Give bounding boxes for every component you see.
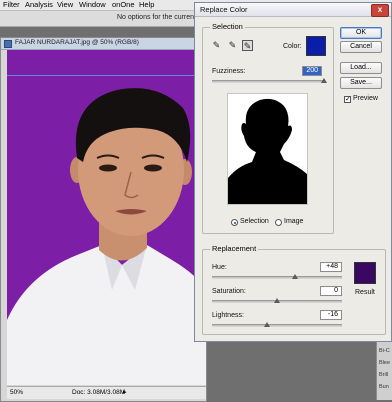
saturation-label: Saturation: [212, 288, 246, 295]
ok-button[interactable]: OK [340, 27, 382, 39]
menu-help[interactable]: Help [139, 0, 154, 10]
hue-label: Hue: [212, 264, 227, 271]
panel-item[interactable]: Brill [379, 372, 388, 378]
document-title-bar[interactable]: FAJAR NURDARAJAT.jpg @ 50% (RGB/8) [1, 38, 206, 50]
menu-window[interactable]: Window [79, 0, 106, 10]
view-selection-radio[interactable] [231, 219, 238, 226]
result-label: Result [355, 289, 375, 296]
view-selection-label: Selection [240, 218, 269, 225]
fuzziness-label: Fuzziness: [212, 68, 246, 75]
eyedropper-icon[interactable]: ✎ [211, 40, 222, 51]
selection-group-label: Selection [210, 22, 245, 31]
portrait-photo [7, 88, 206, 385]
hue-input[interactable]: +48 [320, 262, 342, 272]
document-title: FAJAR NURDARAJAT.jpg @ 50% (RGB/8) [15, 39, 139, 46]
status-menu-arrow-icon[interactable]: ▸ [123, 388, 127, 396]
menu-filter[interactable]: Filter [3, 0, 20, 10]
color-label: Color: [283, 43, 302, 50]
styles-panel: Bi-C Blee Brill Bun [376, 340, 392, 400]
lightness-slider-thumb[interactable] [263, 322, 270, 327]
fuzziness-slider-thumb[interactable] [321, 78, 327, 83]
menu-onone[interactable]: onOne [112, 0, 135, 10]
preview-checkbox[interactable]: ✓ [344, 96, 351, 103]
guide-line [7, 75, 206, 76]
photoshop-document-icon [4, 40, 12, 48]
preview-label: Preview [353, 95, 378, 102]
load-button[interactable]: Load... [340, 62, 382, 74]
menu-analysis[interactable]: Analysis [25, 0, 53, 10]
zoom-level[interactable]: 50% [10, 389, 23, 396]
replacement-group-label: Replacement [210, 244, 259, 253]
cancel-button[interactable]: Cancel [340, 41, 382, 53]
menu-view[interactable]: View [57, 0, 73, 10]
eyedropper-minus-icon[interactable]: ✎ [242, 40, 253, 51]
result-color-swatch[interactable] [354, 262, 376, 284]
fuzziness-slider-track[interactable] [212, 80, 324, 83]
fuzziness-input[interactable]: 200 [302, 66, 322, 76]
view-image-label: Image [284, 218, 304, 225]
lightness-input[interactable]: -16 [320, 310, 342, 320]
hue-slider-thumb[interactable] [292, 274, 299, 279]
mask-silhouette [228, 98, 307, 204]
document-status-bar: 50% Doc: 3.08M/3.08M ▸ [7, 386, 206, 399]
saturation-input[interactable]: 0 [320, 286, 342, 296]
document-window: FAJAR NURDARAJAT.jpg @ 50% (RGB/8) 50% D… [0, 37, 207, 402]
saturation-slider-thumb[interactable] [274, 298, 280, 303]
selection-mask-preview [227, 93, 308, 205]
view-image-radio[interactable] [275, 219, 282, 226]
lightness-label: Lightness: [212, 312, 244, 319]
selection-color-swatch[interactable] [306, 36, 326, 56]
close-button[interactable]: x [371, 4, 389, 17]
dialog-title: Replace Color [200, 5, 248, 14]
lightness-slider-track[interactable] [212, 324, 342, 327]
panel-item[interactable]: Blee [379, 360, 390, 366]
dialog-title-bar[interactable]: Replace Color x [195, 3, 391, 17]
panel-item[interactable]: Bun [379, 384, 389, 390]
document-size: Doc: 3.08M/3.08M [72, 389, 126, 396]
panel-item[interactable]: Bi-C [379, 348, 390, 354]
image-canvas[interactable] [7, 50, 206, 385]
hue-slider-track[interactable] [212, 276, 342, 279]
eyedropper-plus-icon[interactable]: ✎ [227, 40, 238, 51]
save-button[interactable]: Save... [340, 77, 382, 89]
